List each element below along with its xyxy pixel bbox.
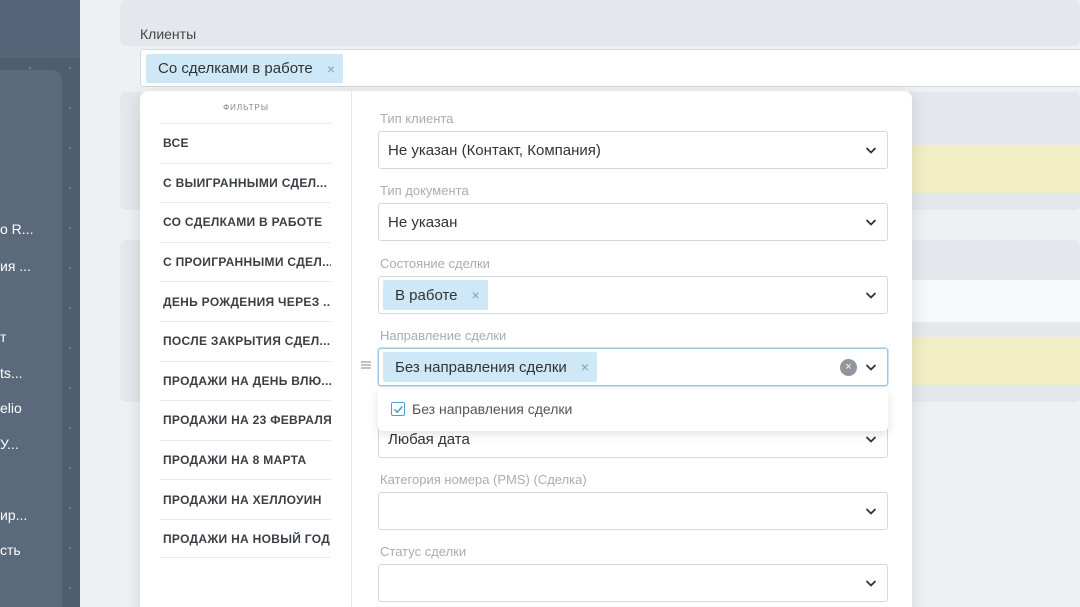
filter-item-mar8[interactable]: ПРОДАЖИ НА 8 МАРТА	[160, 439, 331, 480]
background-card-top	[120, 0, 1080, 46]
chevron-down-icon	[865, 219, 877, 226]
date-value: Любая дата	[388, 431, 470, 448]
sidebar-item-1[interactable]: o R...	[0, 221, 33, 237]
sidebar-item-3[interactable]: т	[0, 329, 6, 345]
filter-item-in-progress[interactable]: СО СДЕЛКАМИ В РАБОТЕ	[160, 202, 331, 242]
client-type-label: Тип клиента	[380, 111, 454, 126]
clients-chip-remove-icon[interactable]: ×	[327, 61, 335, 77]
sidebar-top-panel	[0, 0, 80, 58]
deal-direction-select[interactable]: Без направления сделки × ×	[378, 348, 888, 386]
client-type-value: Не указан (Контакт, Компания)	[388, 142, 601, 159]
chevron-down-icon	[865, 436, 877, 443]
sidebar-item-5[interactable]: elio	[0, 400, 22, 416]
clients-label: Клиенты	[140, 26, 197, 42]
doc-type-select[interactable]: Не указан	[378, 203, 888, 241]
drag-handle-icon[interactable]	[360, 359, 372, 371]
filters-list: ФИЛЬТРЫ ВСЕ С ВЫИГРАННЫМИ СДЕЛ... СО СДЕ…	[140, 91, 352, 607]
deal-direction-chip: Без направления сделки ×	[383, 352, 597, 382]
filter-dropdown-panel: ФИЛЬТРЫ ВСЕ С ВЫИГРАННЫМИ СДЕЛ... СО СДЕ…	[140, 91, 912, 607]
deal-direction-chip-remove-icon[interactable]: ×	[581, 359, 589, 375]
deal-state-label: Состояние сделки	[380, 256, 490, 271]
filter-item-new-year[interactable]: ПРОДАЖИ НА НОВЫЙ ГОД	[160, 519, 331, 559]
doc-type-value: Не указан	[388, 214, 458, 231]
room-category-label: Категория номера (PMS) (Сделка)	[380, 472, 587, 487]
filter-item-won[interactable]: С ВЫИГРАННЫМИ СДЕЛ...	[160, 162, 331, 203]
deal-status-select[interactable]	[378, 564, 888, 602]
filter-item-lost[interactable]: С ПРОИГРАННЫМИ СДЕЛ...	[160, 241, 331, 282]
clients-chip: Со сделками в работе ×	[146, 54, 343, 83]
client-type-select[interactable]: Не указан (Контакт, Компания)	[378, 131, 888, 169]
deal-direction-chip-label: Без направления сделки	[395, 358, 567, 376]
deal-state-chip: В работе ×	[383, 280, 488, 310]
deal-direction-label: Направление сделки	[380, 328, 507, 343]
sidebar-menu-panel	[0, 70, 62, 607]
deal-state-chip-remove-icon[interactable]: ×	[472, 287, 480, 303]
filter-item-birthday[interactable]: ДЕНЬ РОЖДЕНИЯ ЧЕРЕЗ ...	[160, 281, 331, 321]
sidebar-item-2[interactable]: ия ...	[0, 258, 31, 274]
deal-state-chip-label: В работе	[395, 286, 458, 304]
chevron-down-icon[interactable]	[864, 360, 878, 374]
option-checkbox[interactable]	[391, 402, 405, 416]
sidebar-item-8[interactable]: сть	[0, 542, 21, 558]
chevron-down-icon	[865, 580, 877, 587]
filter-item-valentine[interactable]: ПРОДАЖИ НА ДЕНЬ ВЛЮ...	[160, 360, 331, 401]
deal-status-label: Статус сделки	[380, 544, 467, 559]
clients-select[interactable]: Со сделками в работе ×	[140, 49, 1080, 87]
option-label[interactable]: Без направления сделки	[412, 401, 572, 417]
clear-icon[interactable]: ×	[840, 359, 857, 376]
filters-divider	[160, 557, 331, 558]
clients-chip-label: Со сделками в работе	[158, 60, 313, 77]
filters-title: ФИЛЬТРЫ	[223, 103, 269, 112]
deal-direction-options: Без направления сделки	[378, 389, 888, 431]
filter-item-halloween[interactable]: ПРОДАЖИ НА ХЕЛЛОУИН	[160, 479, 331, 519]
sidebar-item-6[interactable]: У...	[0, 436, 19, 452]
room-category-select[interactable]	[378, 492, 888, 530]
chevron-down-icon	[865, 147, 877, 154]
chevron-down-icon	[865, 292, 877, 299]
check-icon	[393, 405, 403, 413]
filter-item-all[interactable]: ВСЕ	[160, 123, 331, 163]
filter-item-feb23[interactable]: ПРОДАЖИ НА 23 ФЕВРАЛЯ	[160, 400, 331, 440]
deal-state-select[interactable]: В работе ×	[378, 276, 888, 314]
doc-type-label: Тип документа	[380, 183, 469, 198]
filter-item-after-close[interactable]: ПОСЛЕ ЗАКРЫТИЯ СДЕЛ...	[160, 321, 331, 361]
chevron-down-icon	[865, 508, 877, 515]
sidebar-item-4[interactable]: ts...	[0, 365, 23, 381]
sidebar-item-7[interactable]: ир...	[0, 507, 27, 523]
sidebar: o R... ия ... т ts... elio У... ир... ст…	[0, 0, 80, 607]
